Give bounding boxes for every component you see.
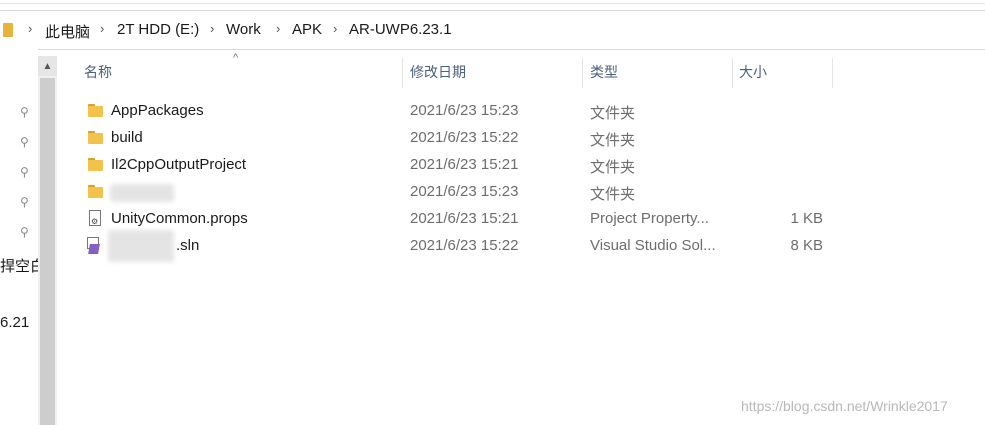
redacted-name: [110, 184, 174, 202]
pin-icon[interactable]: ⚲: [20, 195, 34, 209]
column-divider[interactable]: [582, 58, 583, 88]
breadcrumb-drive-e[interactable]: 2T HDD (E:): [117, 21, 199, 38]
pin-icon[interactable]: ⚲: [20, 135, 34, 149]
file-row[interactable]: ⚙ UnityCommon.props 2021/6/23 15:21 Proj…: [80, 207, 840, 233]
file-name[interactable]: Il2CppOutputProject: [111, 156, 246, 173]
folder-icon: [88, 185, 103, 198]
folder-icon: [88, 131, 103, 144]
column-header-type[interactable]: 类型: [590, 62, 618, 88]
address-bar[interactable]: › 此电脑 › 2T HDD (E:) › Work › APK › AR-UW…: [0, 10, 985, 50]
folder-icon: [88, 104, 103, 117]
file-size: 8 KB: [790, 237, 823, 254]
file-type: 文件夹: [590, 186, 636, 203]
chevron-right-icon[interactable]: ›: [210, 21, 214, 36]
pin-icon[interactable]: ⚲: [20, 225, 34, 239]
file-date: 2021/6/23 15:21: [410, 156, 519, 173]
breadcrumb-this-pc[interactable]: 此电脑: [45, 21, 90, 42]
folder-icon: [88, 158, 103, 171]
file-type: 文件夹: [590, 159, 636, 176]
file-name[interactable]: .sln: [176, 237, 199, 254]
sort-ascending-icon: ^: [233, 52, 239, 64]
column-header-name[interactable]: 名称: [84, 62, 112, 88]
file-row[interactable]: 2021/6/23 15:23 文件夹: [80, 180, 840, 206]
column-header-size[interactable]: 大小: [739, 62, 767, 88]
redacted-name: [108, 230, 174, 262]
scroll-up-arrow-icon[interactable]: ▲: [38, 56, 57, 76]
chevron-right-icon[interactable]: ›: [276, 21, 280, 36]
file-date: 2021/6/23 15:23: [410, 183, 519, 200]
column-header-date[interactable]: 修改日期: [410, 62, 466, 88]
file-date: 2021/6/23 15:22: [410, 237, 519, 254]
chevron-right-icon[interactable]: ›: [28, 21, 32, 36]
column-divider[interactable]: [832, 58, 833, 88]
breadcrumb-work[interactable]: Work: [226, 21, 261, 38]
visual-studio-solution-icon: [87, 237, 103, 254]
breadcrumb-apk[interactable]: APK: [292, 21, 322, 38]
file-date: 2021/6/23 15:22: [410, 129, 519, 146]
chevron-right-icon[interactable]: ›: [333, 21, 337, 36]
chevron-right-icon[interactable]: ›: [100, 21, 104, 36]
folder-icon: [3, 23, 13, 37]
watermark-text: https://blog.csdn.net/Wrinkle2017: [741, 398, 948, 414]
nav-item-label[interactable]: 6.21: [0, 314, 29, 331]
scrollbar-thumb[interactable]: [40, 78, 55, 425]
window-top-border: [0, 3, 985, 4]
props-file-icon: ⚙: [89, 210, 101, 226]
pin-icon[interactable]: ⚲: [20, 165, 34, 179]
file-name[interactable]: AppPackages: [111, 102, 204, 119]
navigation-scrollbar[interactable]: ▲: [38, 56, 57, 425]
file-name[interactable]: UnityCommon.props: [111, 210, 248, 227]
navigation-pane: ⚲ ⚲ ⚲ ⚲ ⚲ 捍空白 6.21: [0, 49, 45, 425]
pin-icon[interactable]: ⚲: [20, 105, 34, 119]
file-row[interactable]: AppPackages 2021/6/23 15:23 文件夹: [80, 99, 840, 125]
file-row[interactable]: build 2021/6/23 15:22 文件夹: [80, 126, 840, 152]
file-type: Project Property...: [590, 210, 709, 227]
file-name[interactable]: build: [111, 129, 143, 146]
file-type: 文件夹: [590, 105, 636, 122]
column-divider[interactable]: [402, 58, 403, 88]
file-type: 文件夹: [590, 132, 636, 149]
file-date: 2021/6/23 15:21: [410, 210, 519, 227]
column-divider[interactable]: [732, 58, 733, 88]
file-row[interactable]: .sln 2021/6/23 15:22 Visual Studio Sol..…: [80, 230, 840, 262]
file-type: Visual Studio Sol...: [590, 237, 716, 254]
file-size: 1 KB: [790, 210, 823, 227]
breadcrumb-ar-uwp[interactable]: AR-UWP6.23.1: [349, 21, 452, 38]
file-row[interactable]: Il2CppOutputProject 2021/6/23 15:21 文件夹: [80, 153, 840, 179]
file-date: 2021/6/23 15:23: [410, 102, 519, 119]
